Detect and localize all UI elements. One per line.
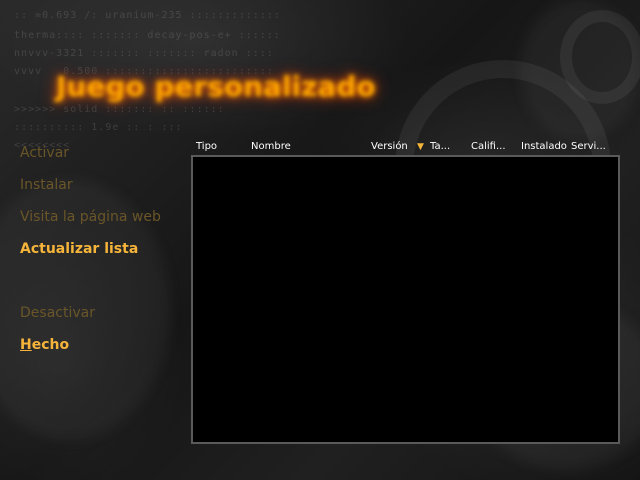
- list-header: Tipo Nombre Versión ▼ Ta... Califi... In…: [192, 140, 620, 156]
- column-header-version[interactable]: Versión: [371, 141, 408, 152]
- column-header-size[interactable]: Ta...: [430, 141, 450, 152]
- column-header-server[interactable]: Servi...: [571, 141, 606, 152]
- sort-descending-icon: ▼: [417, 142, 424, 152]
- deactivate-button[interactable]: Desactivar: [20, 305, 95, 321]
- column-header-type[interactable]: Tipo: [196, 141, 217, 152]
- visit-website-button[interactable]: Visita la página web: [20, 209, 161, 225]
- background-code-texture: :: =0.693 /: uranium-235 :::::::::::::: [0, 10, 281, 21]
- activate-button[interactable]: Activar: [20, 145, 69, 161]
- background-code-texture: nnvvv-3321 ::::::: ::::::: radon ::::: [0, 48, 274, 59]
- column-header-installed[interactable]: Instalado: [521, 141, 567, 152]
- options-screen: :: =0.693 /: uranium-235 ::::::::::::: t…: [0, 0, 640, 480]
- column-header-rating[interactable]: Califi...: [471, 141, 506, 152]
- game-list[interactable]: [191, 155, 620, 444]
- background-code-texture: :::::::::: 1.9e :: : :::: [0, 122, 183, 133]
- done-button[interactable]: Hecho: [20, 337, 69, 353]
- install-button[interactable]: Instalar: [20, 177, 73, 193]
- background-code-texture: >>>>>> solid ::::::: :: ::::::: [0, 104, 225, 115]
- screen-title: Juego personalizado: [56, 70, 376, 103]
- column-header-name[interactable]: Nombre: [251, 141, 291, 152]
- background-ring: [560, 10, 640, 104]
- refresh-list-button[interactable]: Actualizar lista: [20, 241, 138, 257]
- background-code-texture: therma:::: ::::::: decay-pos-e+ ::::::: [0, 30, 281, 41]
